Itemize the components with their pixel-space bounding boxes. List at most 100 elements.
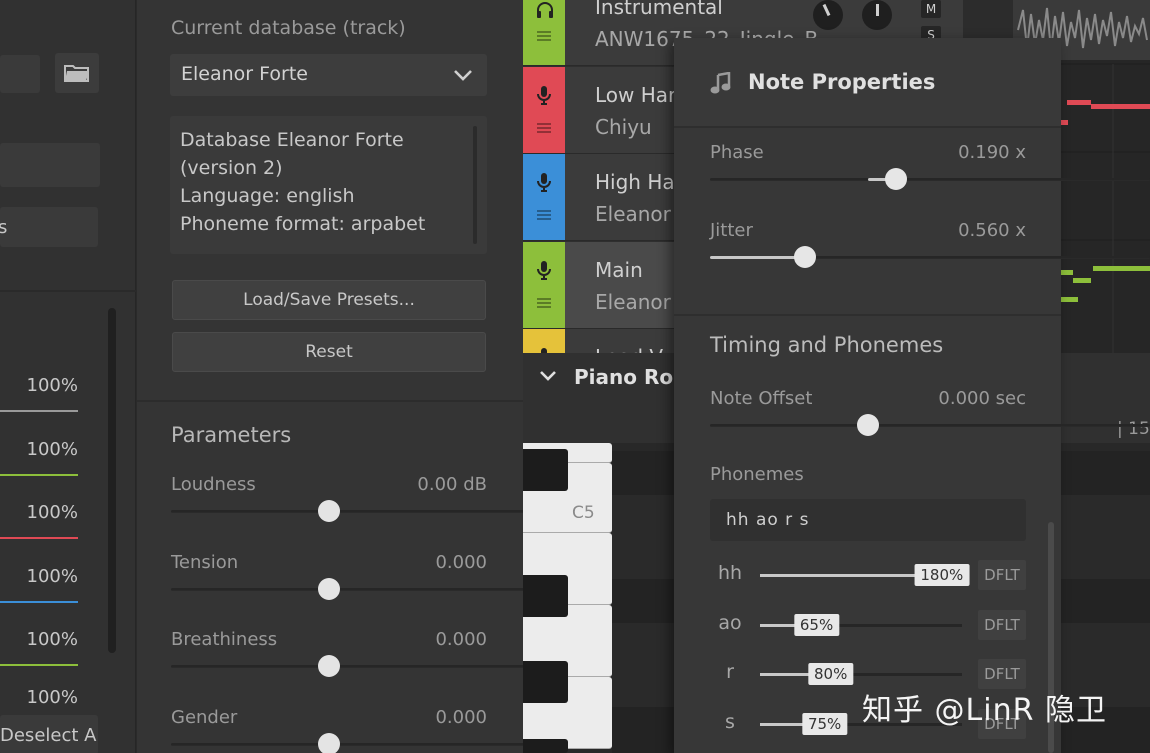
- track-name: Low Har: [595, 82, 677, 107]
- phonemes-input[interactable]: hh ao r s: [710, 499, 1026, 541]
- track-name: Main: [595, 257, 643, 282]
- track-voice: Eleanor I: [595, 202, 684, 226]
- mute-button[interactable]: M: [921, 0, 941, 18]
- track-color-strip: [523, 154, 565, 240]
- note-param-slider[interactable]: Jitter 0.560 x: [710, 220, 1150, 280]
- phoneme-percent[interactable]: 75%: [801, 712, 848, 735]
- param-value: 0.000: [435, 706, 487, 728]
- left-field[interactable]: [0, 143, 100, 187]
- volume-line: [0, 473, 78, 476]
- param-slider[interactable]: Breathiness 0.000: [171, 629, 611, 699]
- piano-key-black[interactable]: [523, 449, 568, 491]
- slider-fill: [710, 256, 805, 259]
- slider-knob[interactable]: [318, 500, 340, 522]
- phoneme-percent[interactable]: 65%: [793, 613, 840, 636]
- path-field[interactable]: [0, 55, 40, 93]
- piano-key-black[interactable]: [523, 575, 568, 617]
- track-voice: Eleanor I: [595, 289, 684, 314]
- piano-key-black[interactable]: [523, 739, 568, 753]
- microphone-icon: [536, 172, 552, 192]
- slider-knob[interactable]: [793, 246, 816, 268]
- param-slider[interactable]: Loudness 0.00 dB: [171, 474, 611, 544]
- note-offset-slider[interactable]: Note Offset 0.000 sec: [710, 388, 1150, 448]
- piano-key-black[interactable]: [523, 661, 568, 703]
- default-button[interactable]: DFLT: [978, 560, 1026, 590]
- database-value: Eleanor Forte: [181, 63, 308, 85]
- slider-knob[interactable]: [857, 414, 879, 436]
- open-folder-button[interactable]: [55, 53, 99, 93]
- volume-row[interactable]: 100%: [0, 683, 100, 713]
- reset-button[interactable]: Reset: [172, 332, 486, 372]
- volume-row[interactable]: 100%: [0, 490, 100, 550]
- param-label: Phase: [710, 142, 764, 163]
- default-button[interactable]: DFLT: [978, 609, 1026, 640]
- load-save-presets-button[interactable]: Load/Save Presets...: [172, 280, 486, 320]
- database-info: Database Eleanor Forte (version 2) Langu…: [170, 116, 487, 254]
- database-dropdown[interactable]: Eleanor Forte: [170, 54, 487, 96]
- note-properties-header: Note Properties: [674, 38, 1061, 128]
- param-label: Jitter: [710, 220, 753, 241]
- left-button-label: s: [0, 217, 8, 238]
- microphone-icon: [536, 260, 552, 280]
- info-scrollbar[interactable]: [473, 126, 477, 244]
- volume-value: 100%: [26, 375, 78, 396]
- param-label: Loudness: [171, 474, 256, 495]
- param-value: 0.000: [435, 551, 487, 573]
- left-scrollbar[interactable]: [108, 308, 116, 653]
- volume-line: [0, 410, 78, 412]
- volume-line: [0, 600, 78, 603]
- drag-handle-icon[interactable]: [537, 297, 551, 308]
- info-line: Language: english: [180, 185, 355, 207]
- left-button[interactable]: s: [0, 207, 98, 247]
- track-color-strip: [523, 241, 565, 328]
- mid-divider: [137, 400, 523, 402]
- note-offset-label: Note Offset: [710, 388, 813, 409]
- param-value: 0.000: [435, 629, 487, 650]
- phoneme-name: r: [726, 661, 734, 683]
- phoneme-row[interactable]: hh 180% DFLT: [710, 560, 1026, 602]
- chevron-down-icon: [454, 70, 472, 81]
- drag-handle-icon[interactable]: [537, 122, 551, 133]
- volume-row[interactable]: 100%: [0, 363, 100, 423]
- watermark: 知乎 @LinR 隐卫: [862, 693, 1107, 728]
- deselect-all-button[interactable]: Deselect All: [0, 715, 98, 753]
- volume-row[interactable]: 100%: [0, 554, 100, 614]
- param-slider[interactable]: Gender 0.000: [171, 706, 611, 753]
- volume-knob[interactable]: [862, 0, 892, 30]
- volume-value: 100%: [26, 438, 78, 460]
- headphones-icon: [536, 1, 553, 19]
- param-slider[interactable]: Tension 0.000: [171, 551, 611, 622]
- phoneme-row[interactable]: ao 65% DFLT: [710, 609, 1026, 652]
- volume-row[interactable]: 100%: [0, 427, 100, 487]
- folder-icon: [64, 65, 89, 82]
- track-name: High Har: [595, 170, 683, 194]
- track-voice: Chiyu: [595, 114, 652, 139]
- note-properties-panel: Note Properties Phase 0.190 x Jitter 0.560 …: [674, 38, 1150, 753]
- drag-handle-icon[interactable]: [537, 31, 551, 41]
- database-label: Current database (track): [171, 17, 406, 39]
- pan-knob[interactable]: [813, 0, 843, 30]
- volume-row[interactable]: 100%: [0, 617, 100, 677]
- slider-knob[interactable]: [318, 577, 340, 600]
- voice-panel: Current database (track) Eleanor Forte D…: [137, 0, 611, 753]
- music-note-icon: [710, 72, 731, 94]
- volume-value: 100%: [26, 629, 78, 650]
- slider-knob[interactable]: [885, 168, 908, 190]
- volume-line: [0, 537, 78, 539]
- slider-knob[interactable]: [318, 655, 340, 677]
- phoneme-percent[interactable]: 80%: [808, 663, 854, 685]
- note-param-slider[interactable]: Phase 0.190 x: [710, 142, 1150, 202]
- left-divider: [0, 290, 136, 292]
- volume-line: [0, 664, 78, 666]
- slider-knob[interactable]: [318, 732, 340, 753]
- param-label: Breathiness: [171, 629, 278, 650]
- key-label: C5: [572, 503, 595, 523]
- chevron-down-icon[interactable]: [539, 367, 557, 385]
- drag-handle-icon[interactable]: [537, 210, 551, 220]
- volume-value: 100%: [26, 502, 78, 523]
- phoneme-name: hh: [717, 562, 743, 584]
- info-line: Database Eleanor Forte (version 2): [180, 129, 404, 179]
- param-label: Gender: [171, 706, 238, 728]
- param-value: 0.560 x: [958, 220, 1026, 241]
- phoneme-percent[interactable]: 180%: [914, 564, 970, 586]
